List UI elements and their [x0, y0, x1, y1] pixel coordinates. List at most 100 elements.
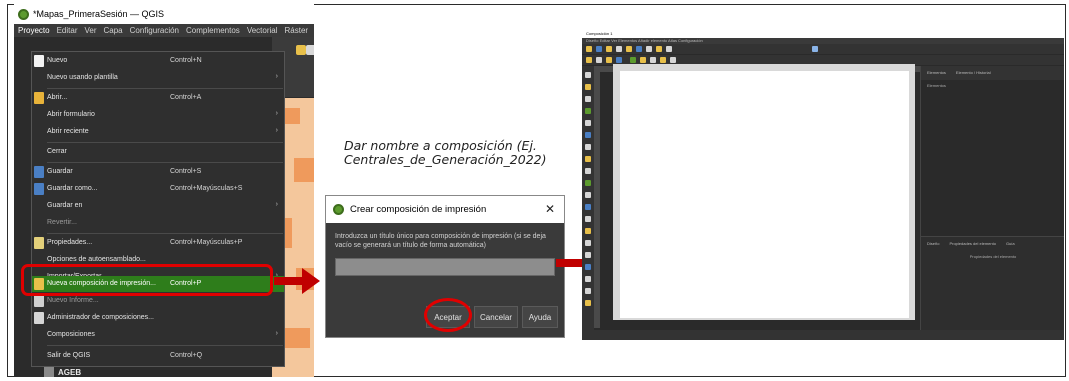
tool-icon[interactable]	[585, 240, 591, 246]
tool-icon[interactable]	[585, 204, 591, 210]
menu-raster[interactable]: Ráster	[285, 26, 309, 35]
toolbar-icon[interactable]	[626, 46, 632, 52]
toolbar-icon[interactable]	[616, 57, 622, 63]
menu-configuracion[interactable]: Configuración	[130, 26, 179, 35]
tab-elementos[interactable]: Elementos	[927, 70, 946, 76]
tab-historial[interactable]: Elemento / Historial	[956, 70, 991, 76]
tool-icon[interactable]	[585, 300, 591, 306]
report-icon	[34, 295, 44, 307]
qgis-window: *Mapas_PrimeraSesión — QGIS Proyecto Edi…	[14, 4, 314, 377]
menu-item-composiciones[interactable]: Composiciones ›	[32, 327, 284, 344]
toolbar-pan-icon[interactable]	[296, 45, 306, 55]
toolbar-icon[interactable]	[596, 57, 602, 63]
toolbar-icon[interactable]	[606, 46, 612, 52]
tool-icon[interactable]	[585, 252, 591, 258]
cancelar-button[interactable]: Cancelar	[474, 306, 518, 328]
composer-window: Composición 1 Diseño Editar Ver Elemento…	[582, 30, 1064, 340]
close-icon[interactable]: ✕	[545, 202, 555, 216]
dialog-description: Introduzca un título único para composic…	[335, 233, 546, 249]
toolbar-icon[interactable]	[616, 46, 622, 52]
toolbar-icon[interactable]	[646, 46, 652, 52]
menu-item-abrir-reciente[interactable]: Abrir reciente ›	[32, 124, 284, 141]
tab-diseno[interactable]: Diseño	[927, 241, 939, 247]
menu-proyecto[interactable]: Proyecto	[18, 26, 50, 35]
ok-highlight-ring	[424, 298, 472, 332]
toolbar-icon[interactable]	[812, 46, 818, 52]
toolbar-select-icon[interactable]	[306, 45, 314, 55]
toolbar-icon[interactable]	[666, 46, 672, 52]
menu-item-nuevo[interactable]: Nuevo Control+N	[32, 53, 284, 70]
bottom-tabs: Diseño Propiedades del elemento Guía	[921, 237, 1064, 251]
menu-item-guardar[interactable]: Guardar Control+S	[32, 164, 284, 181]
ayuda-button[interactable]: Ayuda	[522, 306, 558, 328]
save-as-icon	[34, 183, 44, 195]
tool-icon[interactable]	[585, 192, 591, 198]
layout-page[interactable]	[613, 64, 915, 320]
tool-icon[interactable]	[585, 72, 591, 78]
qgis-menubar: Proyecto Editar Ver Capa Configuración C…	[14, 24, 314, 37]
menu-complementos[interactable]: Complementos	[186, 26, 240, 35]
tool-icon[interactable]	[585, 168, 591, 174]
layout-page-canvas[interactable]	[620, 71, 909, 318]
arrow-to-dialog-icon	[274, 268, 320, 294]
toolbar-icon[interactable]	[630, 57, 636, 63]
tool-icon[interactable]	[585, 276, 591, 282]
menu-item-cerrar[interactable]: Cerrar	[32, 144, 284, 161]
dialog-title: Crear composición de impresión	[350, 204, 487, 215]
menu-item-propiedades[interactable]: Propiedades... Control+Mayúsculas+P	[32, 235, 284, 252]
toolbar-icon[interactable]	[596, 46, 602, 52]
toolbar-icon[interactable]	[606, 57, 612, 63]
right-tabs: Elementos Elemento / Historial	[921, 66, 1064, 80]
tool-icon[interactable]	[585, 180, 591, 186]
toolbar-icon[interactable]	[650, 57, 656, 63]
toolbar-icon[interactable]	[586, 46, 592, 52]
tool-icon[interactable]	[585, 96, 591, 102]
tool-icon[interactable]	[585, 132, 591, 138]
elementos-header: Elementos	[927, 83, 946, 88]
menu-item-guardar-como[interactable]: Guardar como... Control+Mayúsculas+S	[32, 181, 284, 198]
menu-capa[interactable]: Capa	[104, 26, 123, 35]
menu-item-revertir[interactable]: Revertir...	[32, 215, 284, 232]
item-properties-panel: Diseño Propiedades del elemento Guía Pro…	[921, 236, 1064, 330]
tool-icon[interactable]	[585, 228, 591, 234]
toolbar-icon[interactable]	[586, 57, 592, 63]
tab-guia[interactable]: Guía	[1006, 241, 1015, 247]
toolbar-icon[interactable]	[656, 46, 662, 52]
chevron-right-icon: ›	[275, 127, 278, 134]
composer-tools-panel	[582, 66, 594, 340]
tool-icon[interactable]	[585, 84, 591, 90]
menu-editar[interactable]: Editar	[57, 26, 78, 35]
menu-item-salir[interactable]: Salir de QGIS Control+Q	[32, 348, 284, 365]
tool-icon[interactable]	[585, 120, 591, 126]
composer-right-panel: Elementos Elemento / Historial Elementos…	[920, 66, 1064, 330]
chevron-right-icon: ›	[275, 330, 278, 337]
tool-icon[interactable]	[585, 108, 591, 114]
dialog-titlebar: Crear composición de impresión	[326, 196, 564, 223]
proyecto-menu: Nuevo Control+N Nuevo usando plantilla ›…	[31, 51, 285, 367]
tool-icon[interactable]	[585, 144, 591, 150]
tab-propiedades[interactable]: Propiedades del elemento	[949, 241, 995, 247]
layer-ageb[interactable]: AGEB	[44, 367, 81, 377]
toolbar-icon[interactable]	[670, 57, 676, 63]
chevron-right-icon: ›	[275, 201, 278, 208]
tool-icon[interactable]	[585, 288, 591, 294]
menu-ver[interactable]: Ver	[84, 26, 96, 35]
menu-item-abrir[interactable]: Abrir... Control+A	[32, 90, 284, 107]
toolbar-icon[interactable]	[660, 57, 666, 63]
tool-icon[interactable]	[585, 264, 591, 270]
toolbar-icon[interactable]	[636, 46, 642, 52]
instruction-text: Dar nombre a composición (Ej. Centrales_…	[344, 138, 547, 167]
menu-item-abrir-formulario[interactable]: Abrir formulario ›	[32, 107, 284, 124]
tool-icon[interactable]	[585, 156, 591, 162]
layer-symbol-icon	[44, 367, 54, 377]
title-input[interactable]	[335, 258, 555, 276]
qgis-logo-icon	[333, 204, 344, 215]
folder-icon	[34, 92, 44, 104]
menu-item-guardar-en[interactable]: Guardar en ›	[32, 198, 284, 215]
layout-manager-icon	[34, 312, 44, 324]
menu-vectorial[interactable]: Vectorial	[247, 26, 278, 35]
tool-icon[interactable]	[585, 216, 591, 222]
menu-item-administrador[interactable]: Administrador de composiciones...	[32, 310, 284, 327]
toolbar-icon[interactable]	[640, 57, 646, 63]
menu-item-nuevo-plantilla[interactable]: Nuevo usando plantilla ›	[32, 70, 284, 87]
